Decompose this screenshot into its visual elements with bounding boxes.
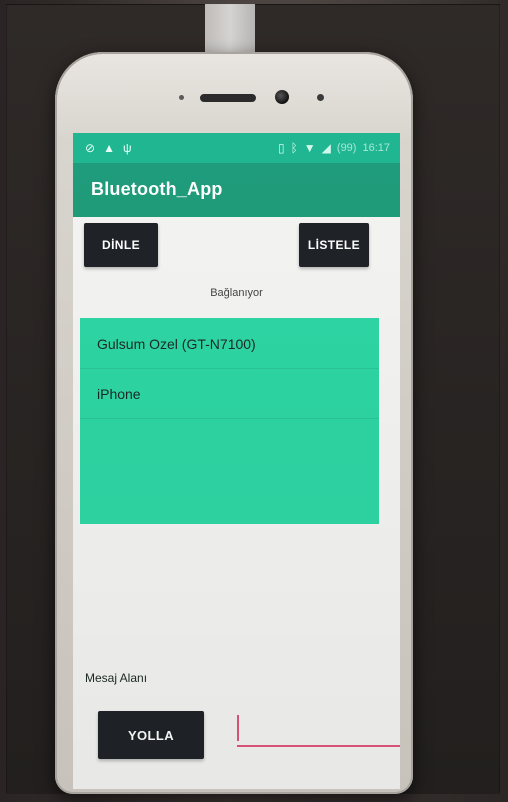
listen-button[interactable]: DİNLE <box>84 223 158 267</box>
earpiece-speaker <box>200 94 256 102</box>
clock: 16:17 <box>362 142 390 154</box>
battery-level: (99) <box>336 142 357 154</box>
vibrate-icon: ▯ <box>277 141 285 155</box>
proximity-sensor <box>179 95 184 100</box>
message-input[interactable] <box>237 713 400 747</box>
signal-icon: ◢ <box>321 141 331 155</box>
device-name: iPhone <box>97 386 141 402</box>
status-right-icons: ▯ ᛒ ▼ ◢ (99) 16:17 <box>278 141 390 155</box>
list-button[interactable]: LİSTELE <box>299 223 369 267</box>
light-sensor <box>317 94 324 101</box>
device-list-item[interactable]: Gulsum Ozel (GT-N7100) <box>80 320 379 369</box>
wifi-icon: ▼ <box>303 141 316 155</box>
warning-icon: ▲ <box>103 141 115 155</box>
link-icon: ⊘ <box>85 141 96 155</box>
status-left-icons: ⊘ ▲ ψ <box>85 141 132 155</box>
phone-screen: ⊘ ▲ ψ ▯ ᛒ ▼ ◢ (99) 16:17 Bluetooth_App D… <box>73 133 400 789</box>
device-name: Gulsum Ozel (GT-N7100) <box>97 336 256 352</box>
usb-icon: ψ <box>122 141 132 155</box>
send-button[interactable]: YOLLA <box>98 711 204 759</box>
message-area-label: Mesaj Alanı <box>85 671 148 685</box>
device-list: Gulsum Ozel (GT-N7100) iPhone Mesaj Alan… <box>80 318 379 685</box>
app-title: Bluetooth_App <box>91 179 223 199</box>
connection-status-text: Bağlanıyor <box>210 287 263 299</box>
bluetooth-icon: ᛒ <box>290 141 298 155</box>
front-camera <box>275 90 289 104</box>
text-cursor <box>237 715 239 741</box>
app-bar: Bluetooth_App <box>73 163 400 217</box>
status-bar: ⊘ ▲ ψ ▯ ᛒ ▼ ◢ (99) 16:17 <box>73 133 400 163</box>
device-list-item[interactable]: iPhone <box>80 370 379 419</box>
